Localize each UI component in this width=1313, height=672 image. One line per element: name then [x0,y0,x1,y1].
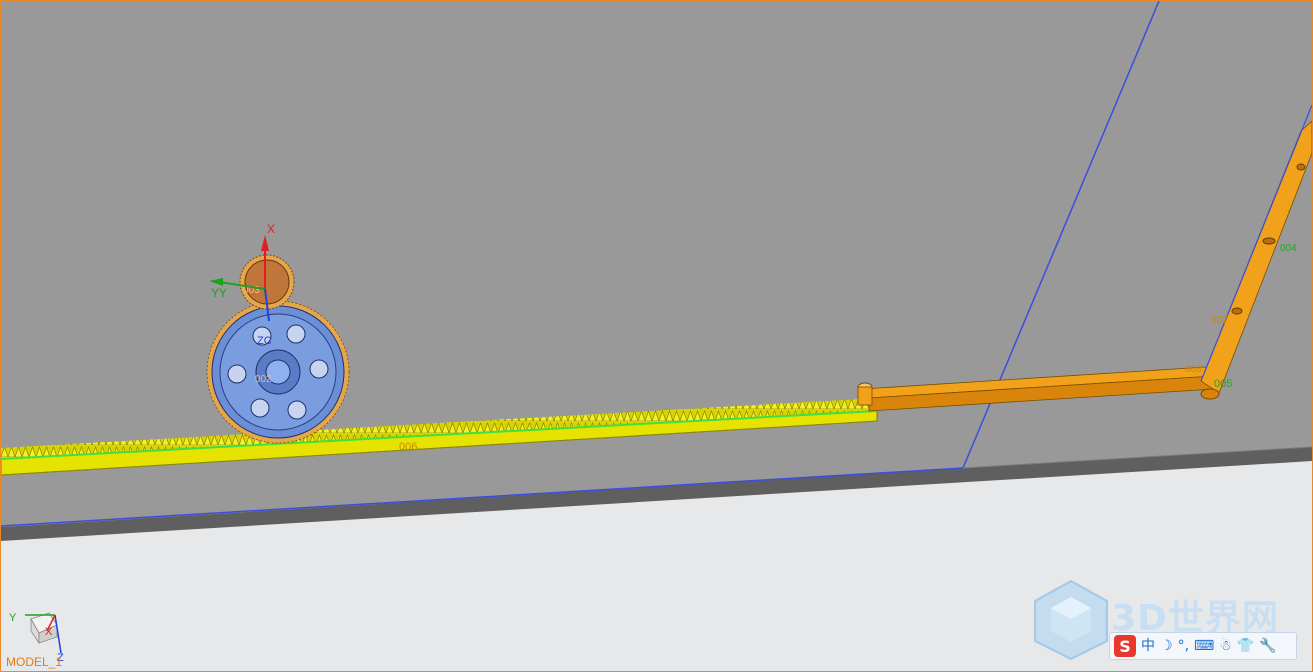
csys-y-label: YY [211,286,227,300]
big-gear-label: 002 [255,374,272,385]
triad-y-label: Y [9,612,17,624]
ime-toolbar[interactable]: S 中 ☽ °, ⌨ ☃ 👕 🔧 [1109,632,1297,660]
arm-a-label: 004 [1280,243,1297,254]
csys-zc-label: ZC [257,335,272,347]
sogou-logo-icon[interactable]: S [1114,635,1136,657]
keyboard-icon[interactable]: ⌨ [1194,639,1214,653]
rack-label: 006 [399,441,417,453]
graphics-viewport[interactable]: 006 002 003 X YY ZC 008 004 007 005 Y X … [0,0,1313,672]
model-scene[interactable]: 006 002 003 X YY ZC 008 004 007 005 Y X … [1,1,1312,671]
cube-logo-icon [1034,579,1108,661]
model-name-label: MODEL_1 [6,655,63,669]
punctuation-icon[interactable]: °, [1178,639,1189,653]
moon-icon[interactable]: ☽ [1160,639,1173,653]
user-icon[interactable]: ☃ [1219,639,1232,653]
joint-c-label: 007 [1211,315,1228,326]
csys-x-label: X [267,222,275,236]
ime-chinese-mode[interactable]: 中 [1141,639,1155,653]
joint-b-label: 005 [1214,378,1232,390]
wrench-icon[interactable]: 🔧 [1259,639,1276,653]
joint-d-label: 008 [1185,364,1202,375]
big-gear-part[interactable]: 002 [206,300,350,444]
skin-icon[interactable]: 👕 [1237,639,1254,653]
triad-x-label: X [45,626,53,638]
